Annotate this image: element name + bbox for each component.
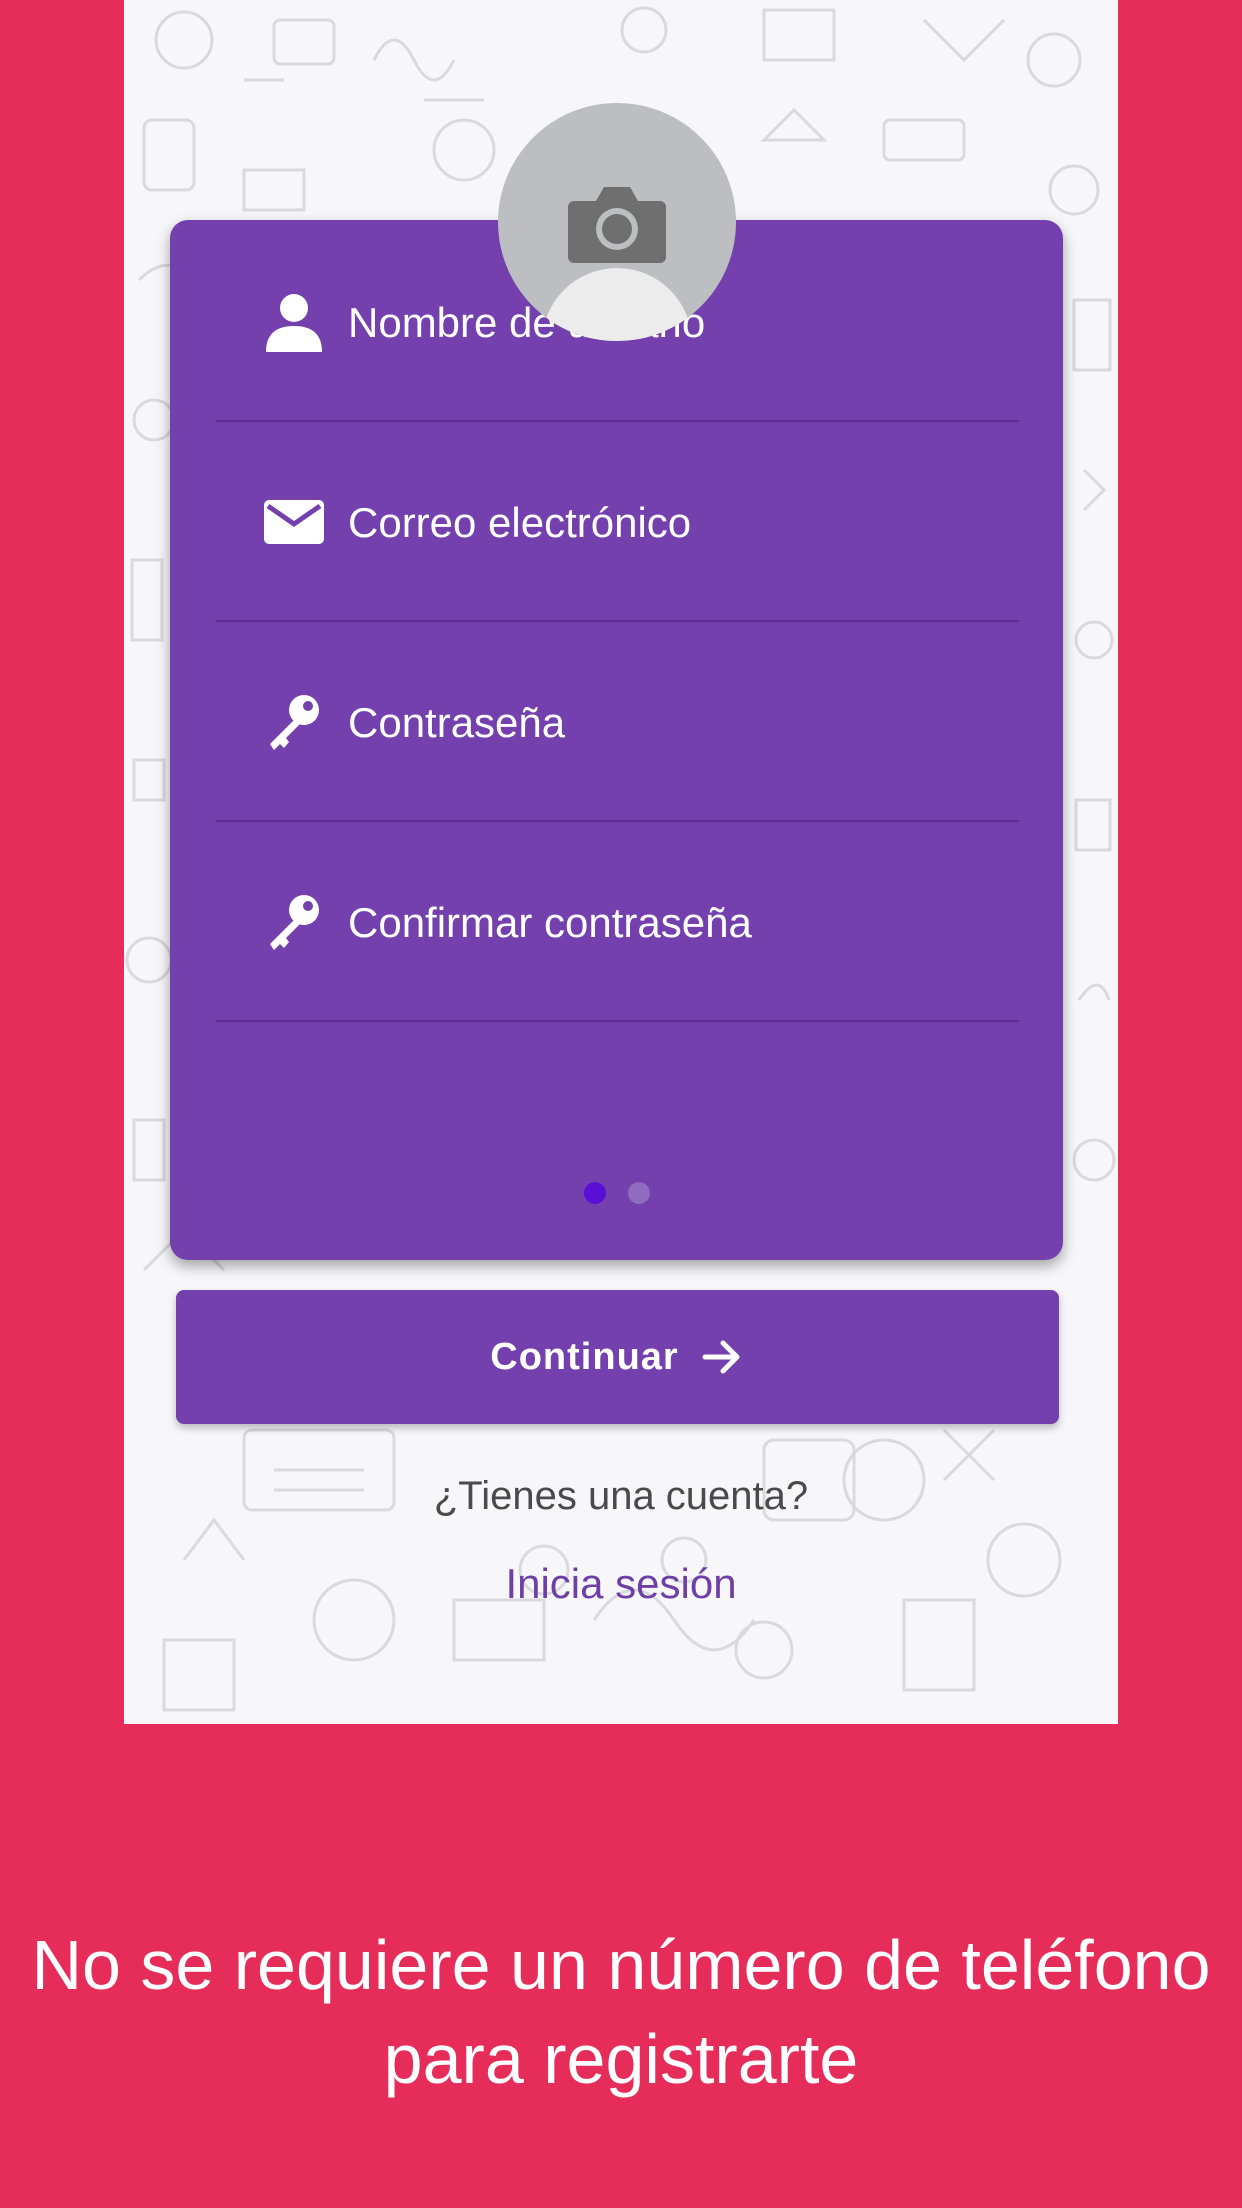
confirm-password-placeholder: Confirmar contraseña — [348, 899, 752, 946]
email-placeholder: Correo electrónico — [348, 499, 692, 546]
page-indicator — [170, 1182, 1063, 1204]
signup-card: Nombre de usuario Correo electrónico Con… — [170, 220, 1063, 1260]
app-screen: Nombre de usuario Correo electrónico Con… — [124, 0, 1118, 1724]
confirm-password-field[interactable]: Confirmar contraseña — [216, 820, 1019, 1022]
envelope-icon — [264, 500, 324, 544]
profile-photo-picker[interactable] — [498, 103, 736, 341]
continue-button[interactable]: Continuar — [176, 1290, 1059, 1424]
avatar-silhouette — [542, 268, 692, 341]
logo-mark — [436, 0, 616, 20]
continue-label: Continuar — [490, 1335, 679, 1378]
password-placeholder: Contraseña — [348, 699, 566, 746]
login-link[interactable]: Inicia sesión — [124, 1560, 1118, 1608]
arrow-right-icon — [702, 1340, 740, 1374]
password-field[interactable]: Contraseña — [216, 620, 1019, 822]
key-icon — [270, 895, 319, 950]
email-field[interactable]: Correo electrónico — [216, 420, 1019, 622]
camera-icon — [568, 187, 666, 263]
key-icon — [270, 695, 319, 750]
user-icon — [266, 294, 322, 352]
have-account-text: ¿Tienes una cuenta? — [433, 1474, 809, 1518]
page-dot-2[interactable] — [627, 1182, 650, 1204]
promo-tagline: No se requiere un número de teléfono par… — [31, 1926, 1211, 2098]
page-dot-1[interactable] — [583, 1182, 606, 1204]
